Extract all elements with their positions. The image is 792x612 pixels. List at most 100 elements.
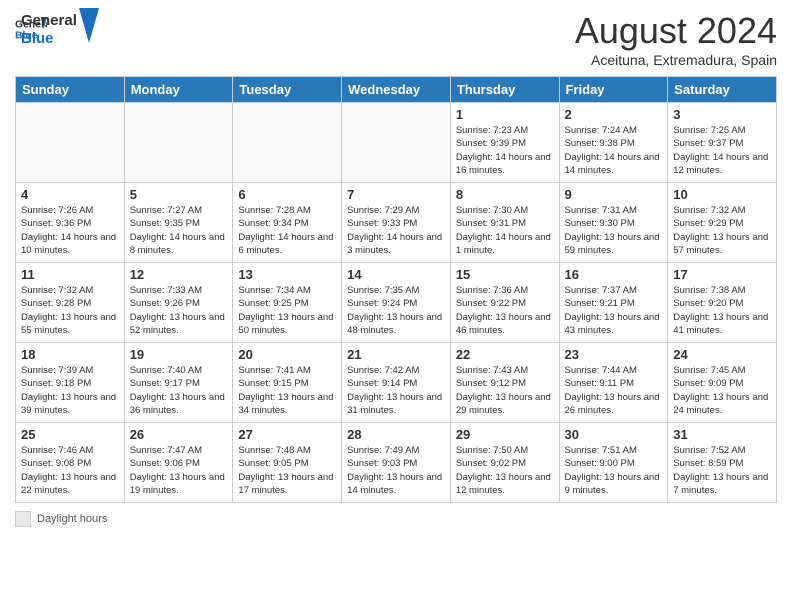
- day-number: 14: [347, 267, 445, 282]
- day-number: 7: [347, 187, 445, 202]
- calendar-cell: 5 Sunrise: 7:27 AM Sunset: 9:35 PM Daylig…: [124, 183, 233, 263]
- logo-general: General: [21, 12, 77, 30]
- day-number: 28: [347, 427, 445, 442]
- day-number: 19: [130, 347, 228, 362]
- day-number: 18: [21, 347, 119, 362]
- calendar-cell: 31 Sunrise: 7:52 AM Sunset: 8:59 PM Dayli…: [668, 423, 777, 503]
- day-info: Sunrise: 7:26 AM Sunset: 9:36 PM Dayligh…: [21, 204, 119, 257]
- day-info: Sunrise: 7:29 AM Sunset: 9:33 PM Dayligh…: [347, 204, 445, 257]
- weekday-header-row: SundayMondayTuesdayWednesdayThursdayFrid…: [16, 77, 777, 103]
- calendar-cell: 8 Sunrise: 7:30 AM Sunset: 9:31 PM Daylig…: [450, 183, 559, 263]
- month-title: August 2024: [575, 10, 777, 52]
- calendar-cell: 1 Sunrise: 7:23 AM Sunset: 9:39 PM Daylig…: [450, 103, 559, 183]
- day-info: Sunrise: 7:51 AM Sunset: 9:00 PM Dayligh…: [565, 444, 663, 497]
- calendar-cell: 16 Sunrise: 7:37 AM Sunset: 9:21 PM Dayli…: [559, 263, 668, 343]
- weekday-wednesday: Wednesday: [342, 77, 451, 103]
- calendar-cell: 3 Sunrise: 7:25 AM Sunset: 9:37 PM Daylig…: [668, 103, 777, 183]
- day-info: Sunrise: 7:30 AM Sunset: 9:31 PM Dayligh…: [456, 204, 554, 257]
- day-number: 23: [565, 347, 663, 362]
- calendar-cell: 23Sunrise: 7:44 AM Sunset: 9:11 PM Dayli…: [559, 343, 668, 423]
- day-number: 5: [130, 187, 228, 202]
- week-row-3: 11Sunrise: 7:32 AM Sunset: 9:28 PM Dayli…: [16, 263, 777, 343]
- calendar-cell: 17 Sunrise: 7:38 AM Sunset: 9:20 PM Dayli…: [668, 263, 777, 343]
- daylight-label: Daylight hours: [37, 513, 107, 525]
- day-info: Sunrise: 7:33 AM Sunset: 9:26 PM Dayligh…: [130, 284, 228, 337]
- day-info: Sunrise: 7:50 AM Sunset: 9:02 PM Dayligh…: [456, 444, 554, 497]
- weekday-tuesday: Tuesday: [233, 77, 342, 103]
- daylight-box: [15, 511, 31, 527]
- calendar-cell: 21 Sunrise: 7:42 AM Sunset: 9:14 PM Dayli…: [342, 343, 451, 423]
- day-number: 16: [565, 267, 663, 282]
- day-info: Sunrise: 7:49 AM Sunset: 9:03 PM Dayligh…: [347, 444, 445, 497]
- calendar-cell: 9 Sunrise: 7:31 AM Sunset: 9:30 PM Daylig…: [559, 183, 668, 263]
- calendar-cell: 22 Sunrise: 7:43 AM Sunset: 9:12 PM Dayli…: [450, 343, 559, 423]
- weekday-thursday: Thursday: [450, 77, 559, 103]
- day-info: Sunrise: 7:34 AM Sunset: 9:25 PM Dayligh…: [238, 284, 336, 337]
- location: Aceituna, Extremadura, Spain: [575, 52, 777, 68]
- calendar-cell: [16, 103, 125, 183]
- calendar-cell: 30 Sunrise: 7:51 AM Sunset: 9:00 PM Dayli…: [559, 423, 668, 503]
- calendar-cell: 26 Sunrise: 7:47 AM Sunset: 9:06 PM Dayli…: [124, 423, 233, 503]
- calendar-cell: [124, 103, 233, 183]
- day-number: 31: [673, 427, 771, 442]
- day-number: 26: [130, 427, 228, 442]
- calendar-cell: 25 Sunrise: 7:46 AM Sunset: 9:08 PM Dayli…: [16, 423, 125, 503]
- day-info: Sunrise: 7:43 AM Sunset: 9:12 PM Dayligh…: [456, 364, 554, 417]
- day-number: 25: [21, 427, 119, 442]
- day-info: Sunrise: 7:46 AM Sunset: 9:08 PM Dayligh…: [21, 444, 119, 497]
- day-number: 11: [21, 267, 119, 282]
- weekday-sunday: Sunday: [16, 77, 125, 103]
- day-number: 15: [456, 267, 554, 282]
- day-info: Sunrise: 7:41 AM Sunset: 9:15 PM Dayligh…: [238, 364, 336, 417]
- day-number: 1: [456, 107, 554, 122]
- day-number: 27: [238, 427, 336, 442]
- calendar-cell: 18 Sunrise: 7:39 AM Sunset: 9:18 PM Dayli…: [16, 343, 125, 423]
- day-info: Sunrise: 7:38 AM Sunset: 9:20 PM Dayligh…: [673, 284, 771, 337]
- calendar-cell: 27Sunrise: 7:48 AM Sunset: 9:05 PM Dayli…: [233, 423, 342, 503]
- calendar-cell: 2Sunrise: 7:24 AM Sunset: 9:38 PM Daylig…: [559, 103, 668, 183]
- day-number: 30: [565, 427, 663, 442]
- weekday-friday: Friday: [559, 77, 668, 103]
- day-info: Sunrise: 7:32 AM Sunset: 9:29 PM Dayligh…: [673, 204, 771, 257]
- day-number: 22: [456, 347, 554, 362]
- day-info: Sunrise: 7:23 AM Sunset: 9:39 PM Dayligh…: [456, 124, 554, 177]
- day-info: Sunrise: 7:42 AM Sunset: 9:14 PM Dayligh…: [347, 364, 445, 417]
- week-row-4: 18 Sunrise: 7:39 AM Sunset: 9:18 PM Dayli…: [16, 343, 777, 423]
- day-number: 9: [565, 187, 663, 202]
- footer-note: Daylight hours: [15, 511, 777, 527]
- calendar-cell: 28 Sunrise: 7:49 AM Sunset: 9:03 PM Dayli…: [342, 423, 451, 503]
- day-info: Sunrise: 7:31 AM Sunset: 9:30 PM Dayligh…: [565, 204, 663, 257]
- calendar-cell: 7 Sunrise: 7:29 AM Sunset: 9:33 PM Daylig…: [342, 183, 451, 263]
- day-number: 10: [673, 187, 771, 202]
- day-info: Sunrise: 7:47 AM Sunset: 9:06 PM Dayligh…: [130, 444, 228, 497]
- calendar-cell: 14Sunrise: 7:35 AM Sunset: 9:24 PM Dayli…: [342, 263, 451, 343]
- day-number: 21: [347, 347, 445, 362]
- calendar-table: SundayMondayTuesdayWednesdayThursdayFrid…: [15, 76, 777, 503]
- day-info: Sunrise: 7:36 AM Sunset: 9:22 PM Dayligh…: [456, 284, 554, 337]
- day-info: Sunrise: 7:39 AM Sunset: 9:18 PM Dayligh…: [21, 364, 119, 417]
- week-row-1: 1 Sunrise: 7:23 AM Sunset: 9:39 PM Daylig…: [16, 103, 777, 183]
- day-info: Sunrise: 7:37 AM Sunset: 9:21 PM Dayligh…: [565, 284, 663, 337]
- day-info: Sunrise: 7:25 AM Sunset: 9:37 PM Dayligh…: [673, 124, 771, 177]
- title-area: August 2024 Aceituna, Extremadura, Spain: [575, 10, 777, 68]
- day-number: 12: [130, 267, 228, 282]
- day-number: 20: [238, 347, 336, 362]
- calendar-cell: 20 Sunrise: 7:41 AM Sunset: 9:15 PM Dayli…: [233, 343, 342, 423]
- logo-blue: Blue: [21, 30, 77, 48]
- day-number: 17: [673, 267, 771, 282]
- day-info: Sunrise: 7:40 AM Sunset: 9:17 PM Dayligh…: [130, 364, 228, 417]
- day-number: 8: [456, 187, 554, 202]
- weekday-saturday: Saturday: [668, 77, 777, 103]
- day-number: 3: [673, 107, 771, 122]
- weekday-monday: Monday: [124, 77, 233, 103]
- day-info: Sunrise: 7:28 AM Sunset: 9:34 PM Dayligh…: [238, 204, 336, 257]
- day-info: Sunrise: 7:27 AM Sunset: 9:35 PM Dayligh…: [130, 204, 228, 257]
- header: General Blue General Blue August 2024 Ac…: [15, 10, 777, 68]
- logo: General Blue General Blue: [15, 10, 99, 48]
- day-number: 24: [673, 347, 771, 362]
- day-info: Sunrise: 7:45 AM Sunset: 9:09 PM Dayligh…: [673, 364, 771, 417]
- day-info: Sunrise: 7:52 AM Sunset: 8:59 PM Dayligh…: [673, 444, 771, 497]
- calendar-cell: 4Sunrise: 7:26 AM Sunset: 9:36 PM Daylig…: [16, 183, 125, 263]
- day-number: 29: [456, 427, 554, 442]
- day-info: Sunrise: 7:24 AM Sunset: 9:38 PM Dayligh…: [565, 124, 663, 177]
